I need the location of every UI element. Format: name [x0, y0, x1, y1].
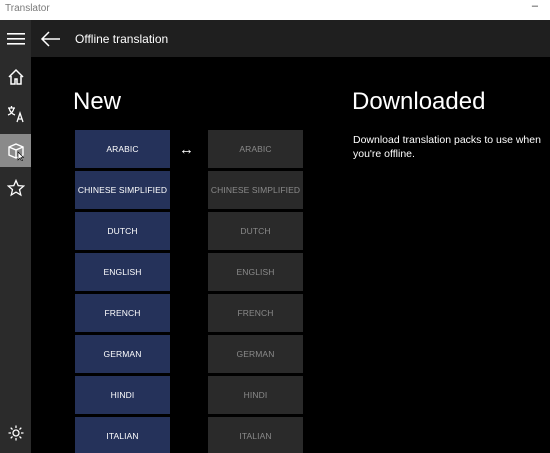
hamburger-menu-button[interactable]	[0, 22, 31, 55]
downloaded-language-button[interactable]: GERMAN	[208, 335, 303, 373]
home-button[interactable]	[0, 60, 31, 93]
star-icon	[6, 178, 25, 196]
translate-button[interactable]	[0, 97, 31, 130]
new-language-button[interactable]: GERMAN	[75, 335, 170, 373]
swap-arrow-icon: ↔	[179, 141, 194, 158]
favorites-button[interactable]	[0, 171, 31, 204]
new-languages-list: ARABIC CHINESE SIMPLIFIED DUTCH ENGLISH …	[75, 130, 170, 453]
new-language-button[interactable]: DUTCH	[75, 212, 170, 250]
downloaded-languages-list: ARABIC CHINESE SIMPLIFIED DUTCH ENGLISH …	[208, 130, 303, 453]
new-language-button[interactable]: HINDI	[75, 376, 170, 414]
new-language-button[interactable]: FRENCH	[75, 294, 170, 332]
downloaded-language-button[interactable]: ENGLISH	[208, 253, 303, 291]
new-language-button[interactable]: ENGLISH	[75, 253, 170, 291]
sidebar	[0, 20, 31, 453]
hamburger-icon	[6, 32, 25, 45]
downloaded-language-button[interactable]: CHINESE SIMPLIFIED	[208, 171, 303, 209]
home-icon	[7, 68, 24, 85]
new-section-title: New	[73, 88, 122, 115]
new-language-button[interactable]: ARABIC	[75, 130, 170, 168]
downloaded-language-button[interactable]: ARABIC	[208, 130, 303, 168]
downloaded-language-button[interactable]: DUTCH	[208, 212, 303, 250]
new-language-button[interactable]: CHINESE SIMPLIFIED	[75, 171, 170, 209]
downloaded-language-button[interactable]: HINDI	[208, 376, 303, 414]
offline-packs-button[interactable]	[0, 134, 31, 167]
page-header: Offline translation	[31, 20, 550, 57]
gear-icon	[8, 425, 23, 440]
settings-button[interactable]	[0, 416, 31, 449]
offline-packs-icon	[7, 142, 24, 161]
downloaded-language-button[interactable]: FRENCH	[208, 294, 303, 332]
page-title: Offline translation	[75, 32, 169, 46]
translate-icon	[7, 105, 24, 122]
title-bar: Translator –	[0, 0, 550, 20]
downloaded-language-button[interactable]: ITALIAN	[208, 417, 303, 453]
back-button[interactable]	[39, 27, 63, 51]
new-language-button[interactable]: ITALIAN	[75, 417, 170, 453]
downloaded-section-title: Downloaded	[352, 88, 486, 115]
minimize-button[interactable]: –	[532, 0, 538, 12]
downloaded-description: Download translation packs to use when y…	[353, 134, 541, 160]
app-title: Translator	[5, 3, 50, 14]
back-arrow-icon	[40, 31, 60, 47]
